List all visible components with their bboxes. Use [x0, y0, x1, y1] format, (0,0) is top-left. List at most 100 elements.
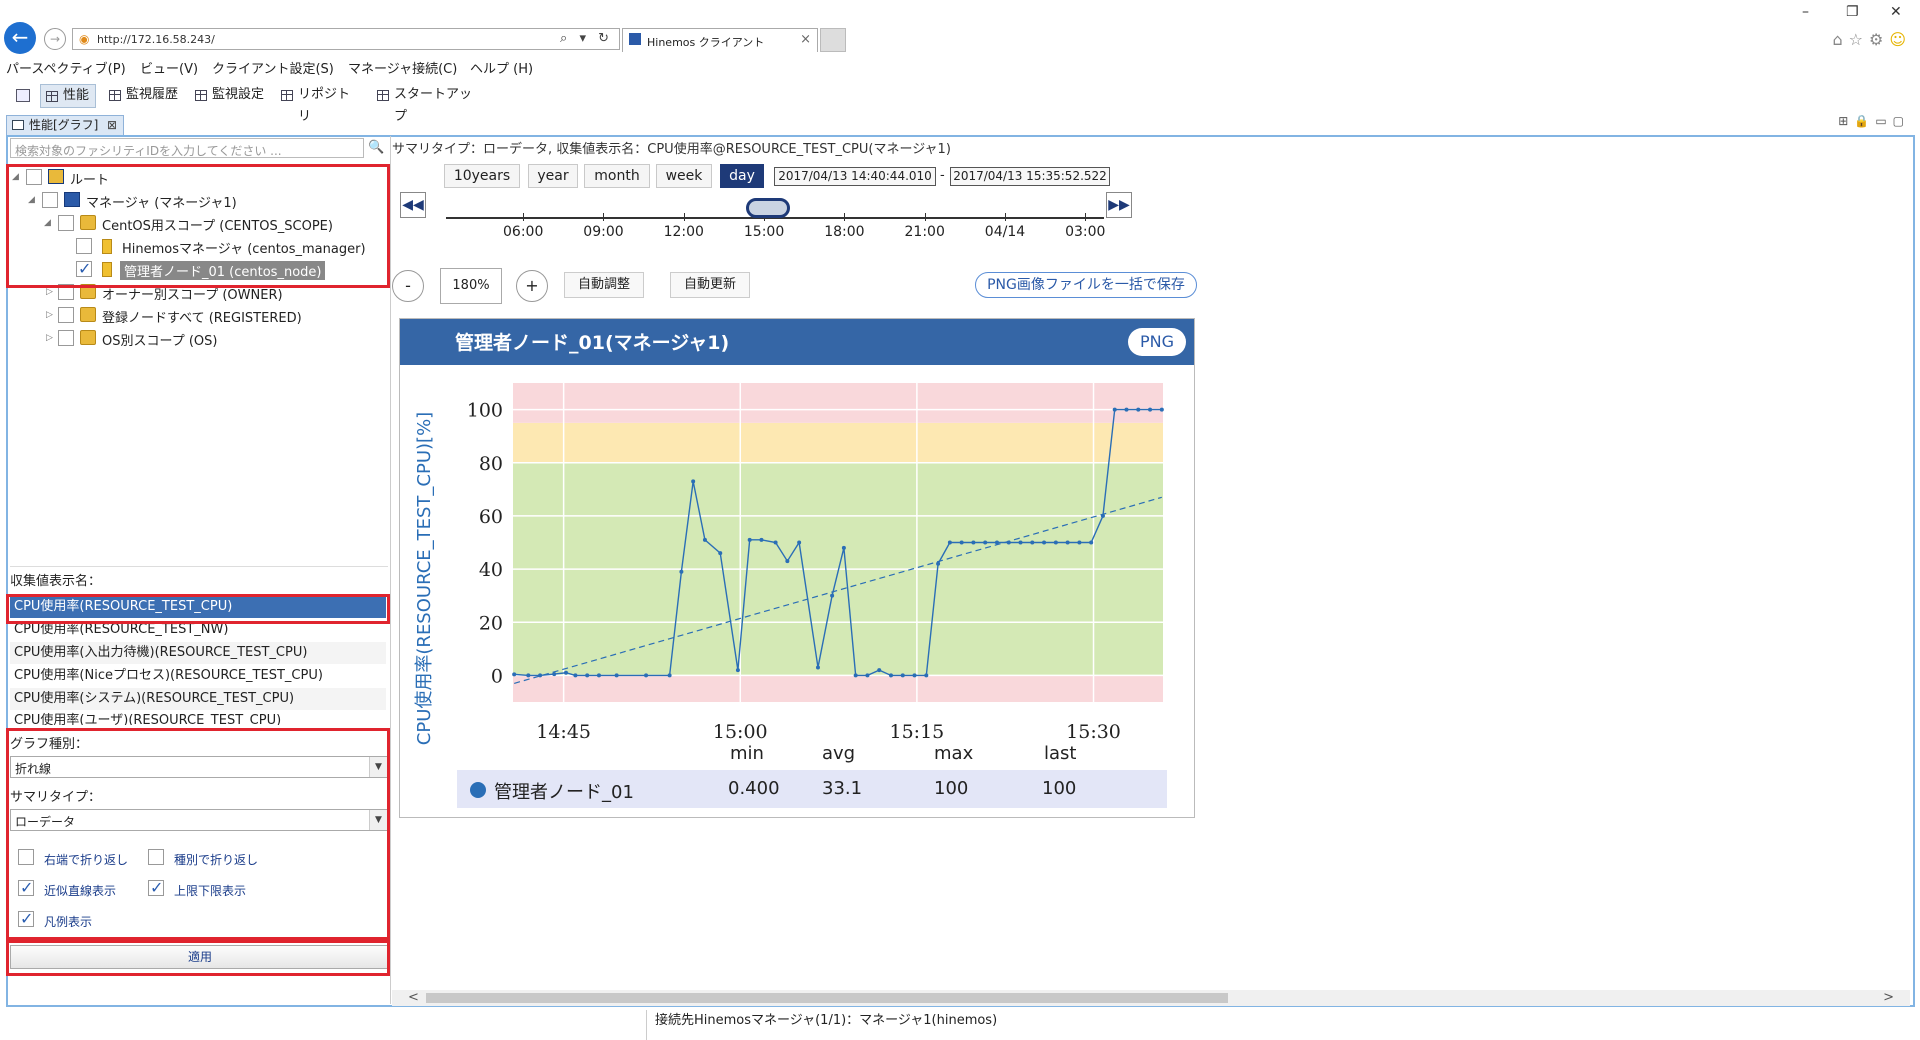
browser-tab[interactable]: Hinemos クライアント × — [622, 28, 818, 52]
scrollbar-thumb[interactable] — [426, 993, 1228, 1003]
auto-adjust-button[interactable]: 自動調整 — [564, 272, 644, 298]
perspective-monitor-settings[interactable]: 監視設定 — [190, 84, 270, 108]
stat-header-min: min — [730, 743, 764, 764]
data-point — [971, 540, 976, 545]
divider — [10, 566, 388, 567]
forward-icon[interactable]: → — [44, 28, 66, 50]
home-icon[interactable]: ⌂ — [1832, 30, 1848, 49]
date-to-field[interactable]: 2017/04/13 15:35:52.522 — [950, 167, 1110, 186]
expand-icon[interactable]: ▷ — [46, 287, 53, 297]
data-point — [679, 569, 684, 574]
data-point — [1018, 540, 1023, 545]
timeline-tick — [523, 213, 524, 221]
data-point — [773, 540, 778, 545]
data-point — [1077, 540, 1082, 545]
view-icon — [12, 120, 24, 130]
range-button-month[interactable]: month — [584, 164, 650, 188]
perspective-startup[interactable]: スタートアップ — [372, 84, 482, 124]
range-button-week[interactable]: week — [656, 164, 712, 188]
data-point — [1030, 540, 1035, 545]
menu-help[interactable]: ヘルプ (H) — [470, 58, 533, 77]
data-point — [667, 673, 672, 678]
view-tab-performance-graph[interactable]: 性能[グラフ] ⊠ — [6, 115, 124, 135]
address-tools-icon[interactable]: ⌕ ▾ ↻ — [560, 31, 613, 46]
scroll-left-icon[interactable]: < — [408, 990, 419, 1005]
scroll-right-icon[interactable]: > — [1883, 990, 1894, 1005]
browser-toolbar: ← → ◉ http://172.16.58.243/ ⌕ ▾ ↻ Hinemo… — [0, 0, 1920, 54]
scroll-left-button[interactable]: ◀◀ — [400, 192, 426, 218]
auto-refresh-button[interactable]: 自動更新 — [670, 272, 750, 298]
smiley-feedback-icon[interactable]: ☺ — [1889, 30, 1912, 49]
search-icon[interactable]: 🔍 — [368, 140, 384, 155]
restore-icon[interactable]: ❐ — [1846, 4, 1859, 20]
collect-item[interactable]: CPU使用率(ユーザ)(RESOURCE_TEST_CPU) — [10, 711, 386, 725]
lock-icon[interactable]: 🔒 — [1854, 114, 1875, 128]
data-point — [797, 540, 802, 545]
data-point — [718, 551, 723, 556]
data-point — [1100, 513, 1105, 518]
perspective-repository[interactable]: リポジトリ — [276, 84, 362, 124]
highlight-box-collect — [6, 594, 390, 624]
line-chart: 0 20 40 60 80 100 14:45 15:00 15:15 15:30 CPU使用率(R… — [414, 383, 1164, 745]
facility-search-input[interactable]: 検索対象のファシリティIDを入力してください ... — [10, 138, 364, 158]
data-point — [924, 673, 929, 678]
graph-title: 管理者ノード_01(マネージャ1) — [455, 332, 730, 354]
zoom-in-button[interactable]: + — [516, 270, 548, 302]
menu-perspective[interactable]: パースペクティブ(P) — [6, 58, 126, 77]
scroll-right-button[interactable]: ▶▶ — [1106, 192, 1132, 218]
y-tick-label: 40 — [479, 559, 503, 581]
menu-client-settings[interactable]: クライアント設定(S) — [212, 58, 334, 77]
panel-splitter[interactable] — [390, 136, 391, 1004]
browser-right-icons: ⌂☆⚙☺ — [1832, 30, 1912, 49]
data-point — [526, 673, 531, 678]
data-point — [853, 673, 858, 678]
tree-checkbox[interactable] — [58, 307, 74, 323]
threshold-band — [513, 422, 1163, 463]
data-point — [830, 593, 835, 598]
favorites-star-icon[interactable]: ☆ — [1849, 30, 1869, 49]
tree-checkbox[interactable] — [58, 330, 74, 346]
zoom-level-field[interactable]: 180% — [440, 268, 502, 304]
collect-item[interactable]: CPU使用率(入出力待機)(RESOURCE_TEST_CPU) — [10, 642, 386, 664]
close-window-icon[interactable]: ✕ — [1890, 4, 1902, 20]
collect-item[interactable]: CPU使用率(システム)(RESOURCE_TEST_CPU) — [10, 688, 386, 710]
new-tab-button[interactable] — [820, 28, 846, 52]
minimize-icon[interactable]: – — [1802, 4, 1809, 20]
data-point — [888, 673, 893, 678]
highlight-box-options — [6, 728, 390, 940]
minimize-view-icon[interactable]: ▭ — [1875, 114, 1892, 128]
range-button-10years[interactable]: 10years — [444, 164, 520, 188]
perspective-label: 監視履歴 — [126, 87, 179, 102]
menu-view[interactable]: ビュー(V) — [140, 58, 198, 77]
settings-gear-icon[interactable]: ⚙ — [1869, 30, 1889, 49]
png-download-button[interactable]: PNG — [1128, 328, 1186, 356]
expand-icon[interactable]: ▷ — [46, 333, 53, 343]
close-tab-icon[interactable]: × — [800, 32, 811, 47]
range-button-year[interactable]: year — [528, 164, 578, 188]
data-point — [983, 540, 988, 545]
range-button-day[interactable]: day — [720, 164, 764, 188]
perspective-monitor-history[interactable]: 監視履歴 — [104, 84, 184, 108]
tree-toggle-icon[interactable]: ⊞ — [1838, 114, 1854, 128]
date-separator: - — [940, 168, 945, 183]
perspective-performance[interactable]: 性能 — [40, 84, 96, 108]
status-bar: 接続先Hinemosマネージャ(1/1)：マネージャ1(hinemos) — [646, 1010, 997, 1040]
open-perspective-icon[interactable] — [16, 89, 30, 102]
timeline-tick-label: 09:00 — [583, 224, 624, 240]
maximize-view-icon[interactable]: ▢ — [1893, 114, 1910, 128]
data-point — [759, 537, 764, 542]
address-bar[interactable]: ◉ http://172.16.58.243/ ⌕ ▾ ↻ — [72, 28, 620, 50]
expand-icon[interactable]: ▷ — [46, 310, 53, 320]
back-icon[interactable]: ← — [4, 22, 36, 54]
highlight-box-apply — [6, 940, 390, 976]
save-all-png-button[interactable]: PNG画像ファイルを一括で保存 — [975, 272, 1197, 298]
data-point — [585, 673, 590, 678]
collect-item[interactable]: CPU使用率(Niceプロセス)(RESOURCE_TEST_CPU) — [10, 665, 386, 687]
date-from-field[interactable]: 2017/04/13 14:40:44.010 — [774, 167, 936, 186]
timeline-handle[interactable] — [746, 198, 790, 218]
timeline-tick — [924, 213, 926, 221]
zoom-out-button[interactable]: - — [392, 270, 424, 302]
menu-manager-connect[interactable]: マネージャ接続(C) — [348, 58, 457, 77]
close-view-icon[interactable]: ⊠ — [107, 116, 117, 134]
horizontal-scrollbar[interactable]: < > — [392, 990, 1910, 1006]
